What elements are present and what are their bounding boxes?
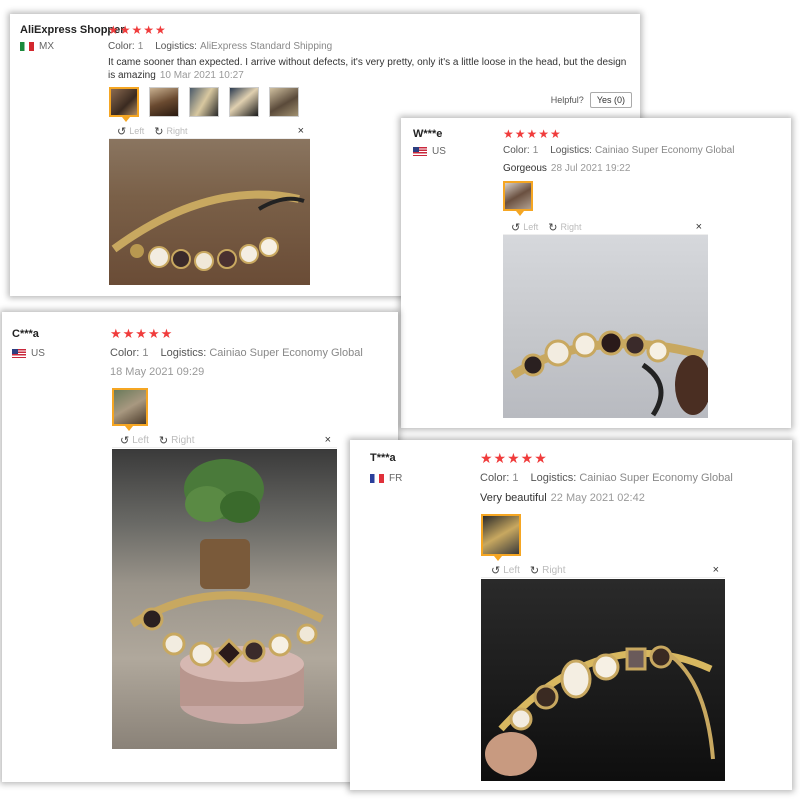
rating-stars: ★★★★★ [110,326,174,341]
mexico-flag-icon [20,42,34,51]
rating-stars: ★★★★★ [108,23,167,37]
rating-stars: ★★★★★ [503,127,562,141]
reviewer-name: C***a [12,328,39,340]
review-card-2: W***e US ★★★★★ Color: 1 Logistics: Cainiao … [401,118,791,428]
review-card-3: C***a US ★★★★★ Color: 1 Logistics: Cainiao … [2,312,398,782]
rotate-left-button[interactable]: ↺ Left [120,434,149,447]
us-flag-icon [413,147,427,156]
country-code: FR [389,473,403,484]
reviewer-country: FR [370,473,402,484]
review-text: Very beautiful 22 May 2021 02:42 [480,492,645,504]
review-thumbnail[interactable] [269,87,299,117]
review-date: 28 Jul 2021 19:22 [550,163,631,174]
review-meta: Color: 1 Logistics: Cainiao Super Economy G… [480,472,733,484]
review-date: 18 May 2021 09:29 [110,366,205,378]
rotate-right-button[interactable]: ↻ Right [159,434,195,447]
rotate-right-button[interactable]: ↻ Right [548,221,581,234]
rotate-right-icon: ↻ [529,564,540,577]
rotate-left-icon: ↺ [117,125,127,138]
review-photo [109,139,310,285]
country-code: MX [39,41,54,52]
review-thumbnail[interactable] [109,87,139,122]
image-viewer-toolbar: ↺ Left ↻ Right × [503,220,708,235]
close-icon[interactable]: × [298,125,304,137]
review-thumbnail[interactable] [229,87,259,117]
rotate-left-button[interactable]: ↺ Left [117,125,144,138]
review-date: 10 Mar 2021 10:27 [159,70,244,81]
france-flag-icon [370,474,384,483]
reviewer-country: US [12,348,45,359]
helpful-label: Helpful? [550,95,584,105]
close-icon[interactable]: × [325,434,331,446]
review-thumbnail[interactable] [503,181,533,216]
review-card-4: T***a FR ★★★★★ Color: 1 Logistics: Cainiao … [350,440,792,790]
review-thumbnail[interactable] [149,87,179,117]
reviewer-country: US [413,146,446,157]
review-thumbnail[interactable] [481,514,521,561]
image-viewer-toolbar: ↺ Left ↻ Right × [112,433,337,448]
review-meta: Color: 1 Logistics: Cainiao Super Economy G… [110,347,363,359]
review-meta: Color: 1 Logistics: AliExpress Standard Shi… [108,41,333,52]
headband-photo-illustration [485,645,715,776]
review-text: It came sooner than expected. I arrive w… [108,57,627,81]
rotate-right-button[interactable]: ↻ Right [530,564,566,577]
reviewer-country: MX [20,41,54,52]
rotate-left-icon: ↺ [120,434,130,447]
reviewer-name: T***a [370,452,396,464]
image-viewer-toolbar: ↺ Left ↻ Right × [109,124,310,139]
review-thumbnail[interactable] [112,388,148,431]
rotate-right-icon: ↻ [548,221,558,234]
rotate-left-button[interactable]: ↺ Left [491,564,520,577]
review-text: Gorgeous 28 Jul 2021 19:22 [503,163,631,174]
rotate-right-icon: ↻ [158,434,169,447]
review-photo [481,579,725,781]
country-code: US [31,348,45,359]
close-icon[interactable]: × [696,221,702,233]
rotate-left-button[interactable]: ↺ Left [511,221,538,234]
review-photo [503,235,708,418]
close-icon[interactable]: × [713,564,719,576]
country-code: US [432,146,446,157]
headband-photo-illustration [111,190,305,271]
image-viewer-toolbar: ↺ Left ↻ Right × [481,563,725,578]
review-meta: Color: 1 Logistics: Cainiao Super Economy G… [503,145,735,156]
helpful-yes-button[interactable]: Yes (0) [589,92,632,108]
review-thumbnail[interactable] [189,87,219,117]
review-text: 18 May 2021 09:29 [110,366,204,379]
rotate-left-icon: ↺ [491,564,501,577]
us-flag-icon [12,349,26,358]
review-date: 22 May 2021 02:42 [550,492,645,504]
rotate-right-button[interactable]: ↻ Right [154,125,187,138]
rotate-right-icon: ↻ [154,125,164,138]
reviewer-name: W***e [413,128,443,140]
headband-photo-illustration [510,330,708,417]
rotate-left-icon: ↺ [511,221,521,234]
rating-stars: ★★★★★ [480,450,548,466]
review-photo [112,449,337,749]
helpful-section: Helpful? Yes (0) [551,92,632,108]
headband-photo-illustration [129,459,324,724]
